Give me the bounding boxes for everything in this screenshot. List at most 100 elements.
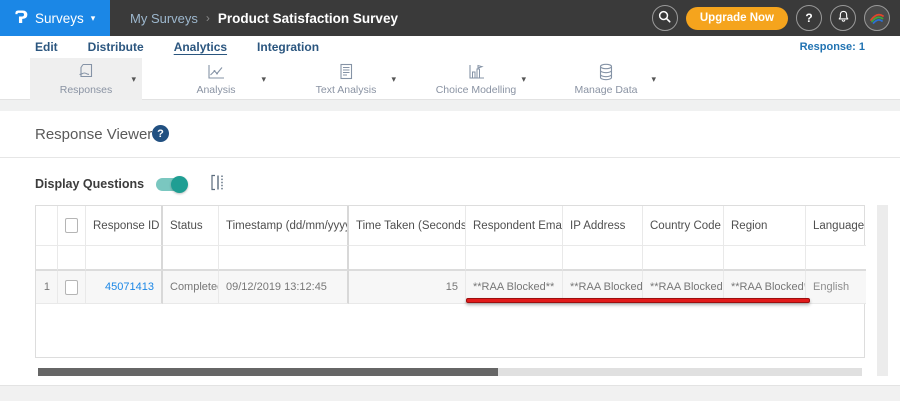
column-label: Language xyxy=(813,219,865,232)
user-avatar[interactable] xyxy=(864,5,890,31)
top-bar: Ɂ Surveys ▾ My Surveys › Product Satisfa… xyxy=(0,0,900,36)
filter-input-time-taken[interactable] xyxy=(356,246,458,269)
breadcrumb: My Surveys › Product Satisfaction Survey xyxy=(130,11,398,26)
toolbar-label: Responses xyxy=(59,84,113,96)
filter-input-ip[interactable] xyxy=(570,246,635,269)
filter-cell xyxy=(163,246,219,271)
horizontal-scrollbar-thumb[interactable] xyxy=(38,368,498,376)
toolbar-label: Text Analysis xyxy=(315,84,377,96)
display-questions-toggle[interactable] xyxy=(156,175,189,193)
column-label: Region xyxy=(731,219,768,232)
timestamp-cell: 09/12/2019 13:12:45 xyxy=(219,271,349,304)
toolbar-analysis[interactable]: Analysis ▾ xyxy=(160,58,272,100)
response-id-cell: 45071413 xyxy=(86,271,163,304)
filter-input-language[interactable] xyxy=(813,246,859,269)
column-label: Status xyxy=(170,219,203,232)
filter-input-status[interactable] xyxy=(170,246,211,269)
filter-input-country[interactable] xyxy=(650,246,716,269)
header-response-id[interactable]: Response ID ▼ xyxy=(86,206,163,246)
nav-tab-analytics[interactable]: Analytics xyxy=(174,40,227,54)
column-label: Time Taken (Seconds) xyxy=(356,219,466,232)
page-title: Product Satisfaction Survey xyxy=(217,10,398,26)
toolbar-label: Choice Modelling xyxy=(435,84,517,96)
manage-data-icon xyxy=(595,62,617,82)
nav-tab-integration[interactable]: Integration xyxy=(257,40,319,54)
row-select-cell xyxy=(58,271,86,304)
toolbar-manage-data[interactable]: Manage Data ▾ xyxy=(550,58,662,100)
filter-cell xyxy=(724,246,806,271)
avatar-logo-icon xyxy=(868,8,886,29)
column-label: Respondent Email xyxy=(473,219,563,232)
filter-input-email[interactable] xyxy=(473,246,555,269)
filter-cell xyxy=(466,246,563,271)
product-switcher-label: Surveys xyxy=(34,10,84,26)
upgrade-now-button[interactable]: Upgrade Now xyxy=(685,6,788,30)
header-row-number xyxy=(36,206,58,246)
header-timestamp[interactable]: Timestamp (dd/mm/yyyy) ⇅ xyxy=(219,206,349,246)
chevron-down-icon: ▾ xyxy=(90,12,96,23)
row-checkbox[interactable] xyxy=(65,279,78,295)
product-switcher[interactable]: Ɂ Surveys ▾ xyxy=(0,0,110,36)
section-divider xyxy=(0,100,900,111)
column-layout-button[interactable] xyxy=(210,174,225,194)
vertical-scrollbar[interactable] xyxy=(877,205,888,376)
bell-icon xyxy=(837,10,850,26)
toggle-knob xyxy=(171,175,189,193)
section-help-icon[interactable]: ? xyxy=(152,125,169,142)
toolbar-text-analysis[interactable]: Text Analysis ▾ xyxy=(290,58,402,100)
search-icon xyxy=(658,10,671,26)
help-button[interactable]: ? xyxy=(796,5,822,31)
toolbar-label: Analysis xyxy=(196,84,236,96)
header-time-taken[interactable]: Time Taken (Seconds) ⇅ xyxy=(349,206,466,246)
horizontal-scrollbar[interactable] xyxy=(38,368,862,376)
chevron-down-icon[interactable]: ▾ xyxy=(391,74,396,85)
section-title: Response Viewer xyxy=(35,126,153,143)
toolbar-responses[interactable]: Responses ▾ xyxy=(30,58,142,100)
responses-icon xyxy=(75,62,97,82)
choice-modelling-icon xyxy=(465,62,487,82)
time-taken-cell: 15 xyxy=(349,271,466,304)
filter-input-region[interactable] xyxy=(731,246,798,269)
analysis-icon xyxy=(205,62,227,82)
responses-table: Response ID ▼ Status Timestamp (dd/mm/yy… xyxy=(35,205,866,358)
breadcrumb-my-surveys[interactable]: My Surveys xyxy=(130,11,198,26)
chevron-down-icon[interactable]: ▾ xyxy=(651,74,656,85)
redaction-highlight-annotation xyxy=(466,298,810,303)
question-mark-icon: ? xyxy=(805,11,813,25)
row-number-cell: 1 xyxy=(36,271,58,304)
column-label: Timestamp (dd/mm/yyyy) xyxy=(226,219,349,232)
survey-nav: Edit Distribute Analytics Integration Re… xyxy=(0,36,900,58)
filter-cell xyxy=(36,246,58,271)
filter-input-timestamp[interactable] xyxy=(226,246,340,269)
select-all-checkbox[interactable] xyxy=(65,218,78,233)
nav-tab-edit[interactable]: Edit xyxy=(35,40,58,54)
filter-input-response-id[interactable] xyxy=(93,246,154,269)
text-analysis-icon xyxy=(335,62,357,82)
notifications-button[interactable] xyxy=(830,5,856,31)
column-label: IP Address xyxy=(570,219,626,232)
chevron-down-icon[interactable]: ▾ xyxy=(261,74,266,85)
header-language: Language xyxy=(806,206,866,246)
filter-cell xyxy=(219,246,349,271)
table-header-row: Response ID ▼ Status Timestamp (dd/mm/yy… xyxy=(36,206,866,246)
app-root: Ɂ Surveys ▾ My Surveys › Product Satisfa… xyxy=(0,0,900,401)
header-status: Status xyxy=(163,206,219,246)
chevron-down-icon[interactable]: ▾ xyxy=(131,74,136,85)
table-filter-row xyxy=(36,246,866,271)
header-select-all xyxy=(58,206,86,246)
header-region: Region xyxy=(724,206,806,246)
header-respondent-email: Respondent Email xyxy=(466,206,563,246)
response-viewer-header: Response Viewer ? All Responses ▾ xyxy=(0,111,900,258)
filter-cell xyxy=(806,246,866,271)
search-button[interactable] xyxy=(651,5,678,31)
column-label: Response ID xyxy=(93,219,160,232)
chevron-down-icon[interactable]: ▾ xyxy=(521,74,526,85)
response-id-link[interactable]: 45071413 xyxy=(105,281,154,293)
filter-cell xyxy=(643,246,724,271)
analytics-toolbar: Responses ▾ Analysis ▾ Text Analysis ▾ C… xyxy=(0,58,900,100)
display-questions-row: Display Questions xyxy=(35,174,225,194)
toolbar-label: Manage Data xyxy=(574,84,638,96)
toolbar-choice-modelling[interactable]: Choice Modelling ▾ xyxy=(420,58,532,100)
filter-cell xyxy=(58,246,86,271)
nav-tab-distribute[interactable]: Distribute xyxy=(88,40,144,54)
